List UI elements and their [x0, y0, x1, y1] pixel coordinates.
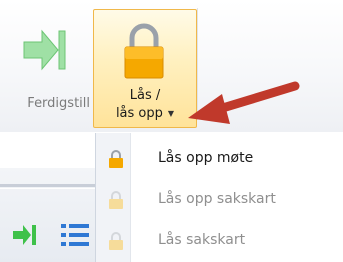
- toolbar-divider-highlight: [0, 188, 95, 189]
- padlock-icon: [109, 150, 123, 168]
- menu-item-label: Lås opp sakskart: [158, 191, 276, 207]
- menu-item-unlock-agenda[interactable]: Lås opp sakskart: [96, 180, 343, 220]
- menu-item-label: Lås sakskart: [158, 232, 246, 248]
- arrow-to-bar-icon[interactable]: [12, 223, 38, 247]
- lock-label-line2-text: lås opp: [115, 106, 163, 121]
- toolbar-divider: [0, 184, 95, 187]
- padlock-icon: [109, 232, 123, 250]
- red-arrow-pointer: [188, 81, 300, 124]
- menu-item-lock-agenda[interactable]: Lås sakskart: [96, 221, 343, 261]
- list-icon[interactable]: [60, 222, 90, 248]
- menu-item-unlock-meeting[interactable]: Lås opp møte: [96, 139, 343, 179]
- menu-item-label: Lås opp møte: [158, 150, 254, 166]
- triangle-down-icon[interactable]: ▼: [168, 109, 174, 118]
- padlock-icon: [124, 23, 164, 79]
- dropdown-menu: Lås opp møte Lås opp sakskart Lås sakska…: [95, 133, 343, 262]
- padlock-icon: [109, 191, 123, 209]
- ribbon: Ferdigstill Lås / lås opp ▼: [0, 0, 343, 132]
- ferdigstill-label: Ferdigstill: [27, 96, 90, 111]
- arrow-to-bar-icon: [23, 29, 66, 71]
